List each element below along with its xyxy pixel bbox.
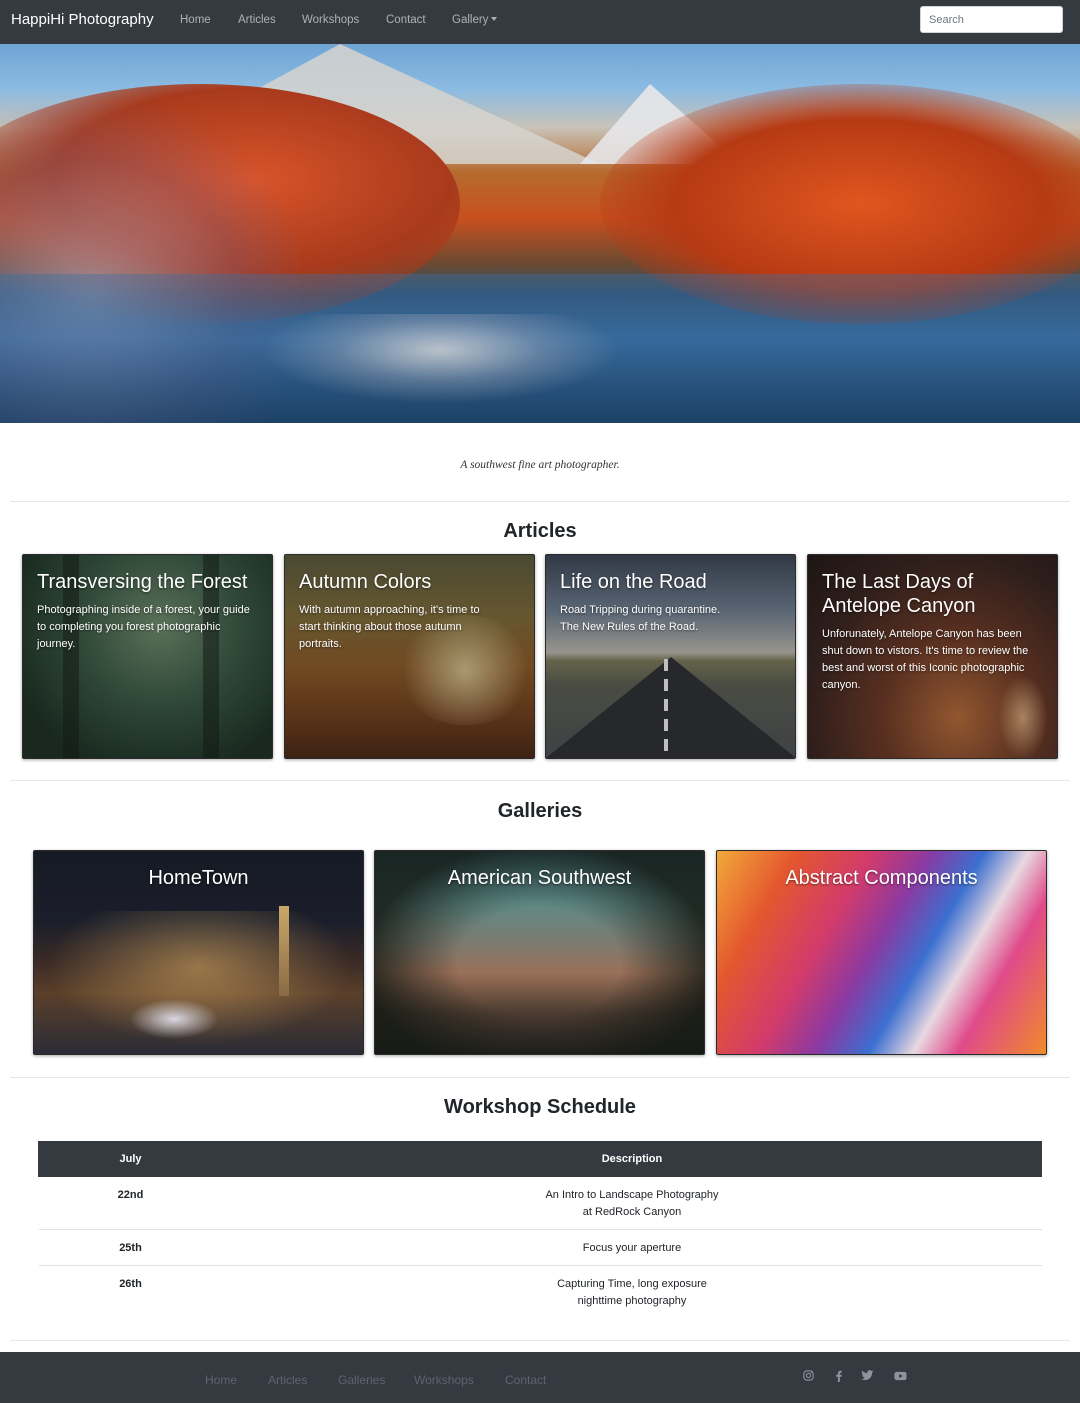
- nav-gallery-label: Gallery: [452, 14, 489, 26]
- nav-articles-link[interactable]: Articles: [238, 14, 276, 26]
- workshop-description: An Intro to Landscape Photography at RedR…: [222, 1176, 1042, 1230]
- table-row: 25th Focus your aperture: [38, 1229, 1042, 1266]
- workshop-description: Focus your aperture: [222, 1229, 1042, 1266]
- article-title: The Last Days of Antelope Canyon: [822, 571, 976, 617]
- top-navbar: HappiHi Photography Home Articles Worksh…: [0, 0, 1080, 44]
- caret-down-icon: [491, 17, 498, 21]
- workshop-day: 25th: [38, 1229, 223, 1266]
- twitter-icon[interactable]: [860, 1370, 874, 1384]
- article-card-canyon[interactable]: The Last Days of Antelope Canyon Unforun…: [807, 554, 1058, 759]
- footer-workshops-link[interactable]: Workshops: [414, 1373, 474, 1387]
- article-title: Autumn Colors: [299, 571, 432, 593]
- gallery-title: American Southwest: [447, 867, 632, 889]
- nav-contact-link[interactable]: Contact: [386, 14, 426, 26]
- gallery-title: Abstract Components: [785, 867, 978, 889]
- site-footer: Home Articles Galleries Workshops Contac…: [0, 1352, 1080, 1403]
- divider: [10, 1340, 1070, 1341]
- article-summary: Road Tripping during quarantine. The New…: [560, 604, 721, 633]
- footer-home-link[interactable]: Home: [205, 1373, 237, 1387]
- article-card-forest[interactable]: Transversing the Forest Photographing in…: [22, 554, 273, 759]
- table-row: 26th Capturing Time, long exposure nightt…: [38, 1265, 1042, 1318]
- instagram-icon[interactable]: [801, 1370, 815, 1384]
- footer-galleries-link[interactable]: Galleries: [338, 1373, 385, 1387]
- divider: [10, 1077, 1070, 1078]
- gallery-card-southwest[interactable]: American Southwest: [374, 850, 705, 1055]
- column-header-description: Description: [222, 1141, 1042, 1177]
- hero-landscape-image: [0, 44, 1080, 423]
- gallery-title: HomeTown: [148, 867, 249, 889]
- table-row: 22nd An Intro to Landscape Photography at…: [38, 1176, 1042, 1230]
- gallery-card-hometown[interactable]: HomeTown: [33, 850, 364, 1055]
- column-header-month: July: [38, 1141, 223, 1177]
- schedule-heading: Workshop Schedule: [444, 1096, 636, 1118]
- table-header-row: July Description: [38, 1141, 1042, 1177]
- nav-home-link[interactable]: Home: [180, 14, 211, 26]
- workshop-description: Capturing Time, long exposure nighttime p…: [222, 1265, 1042, 1318]
- youtube-icon[interactable]: [893, 1370, 907, 1384]
- article-title: Transversing the Forest: [37, 571, 248, 593]
- divider: [10, 501, 1070, 502]
- footer-contact-link[interactable]: Contact: [505, 1373, 546, 1387]
- article-summary: With autumn approaching, it's time to st…: [299, 604, 480, 650]
- galleries-heading: Galleries: [497, 800, 583, 822]
- workshop-schedule-table: July Description 22nd An Intro to Landsc…: [38, 1141, 1042, 1318]
- article-card-road[interactable]: Life on the Road Road Tripping during qu…: [545, 554, 796, 759]
- footer-articles-link[interactable]: Articles: [268, 1373, 307, 1387]
- tagline: A southwest fine art photographer.: [460, 459, 620, 471]
- nav-gallery-dropdown[interactable]: Gallery: [452, 14, 498, 26]
- workshop-day: 22nd: [38, 1176, 223, 1230]
- workshop-day: 26th: [38, 1265, 223, 1318]
- article-summary: Photographing inside of a forest, your g…: [37, 604, 250, 650]
- gallery-card-abstract[interactable]: Abstract Components: [716, 850, 1047, 1055]
- article-summary: Unforunately, Antelope Canyon has been s…: [822, 628, 1029, 691]
- article-card-autumn[interactable]: Autumn Colors With autumn approaching, i…: [284, 554, 535, 759]
- facebook-icon[interactable]: [831, 1370, 845, 1384]
- brand-logo-link[interactable]: HappiHi Photography: [11, 11, 154, 28]
- article-title: Life on the Road: [560, 571, 707, 593]
- articles-heading: Articles: [503, 520, 577, 542]
- search-input[interactable]: [920, 6, 1063, 33]
- nav-workshops-link[interactable]: Workshops: [302, 14, 359, 26]
- divider: [10, 780, 1070, 781]
